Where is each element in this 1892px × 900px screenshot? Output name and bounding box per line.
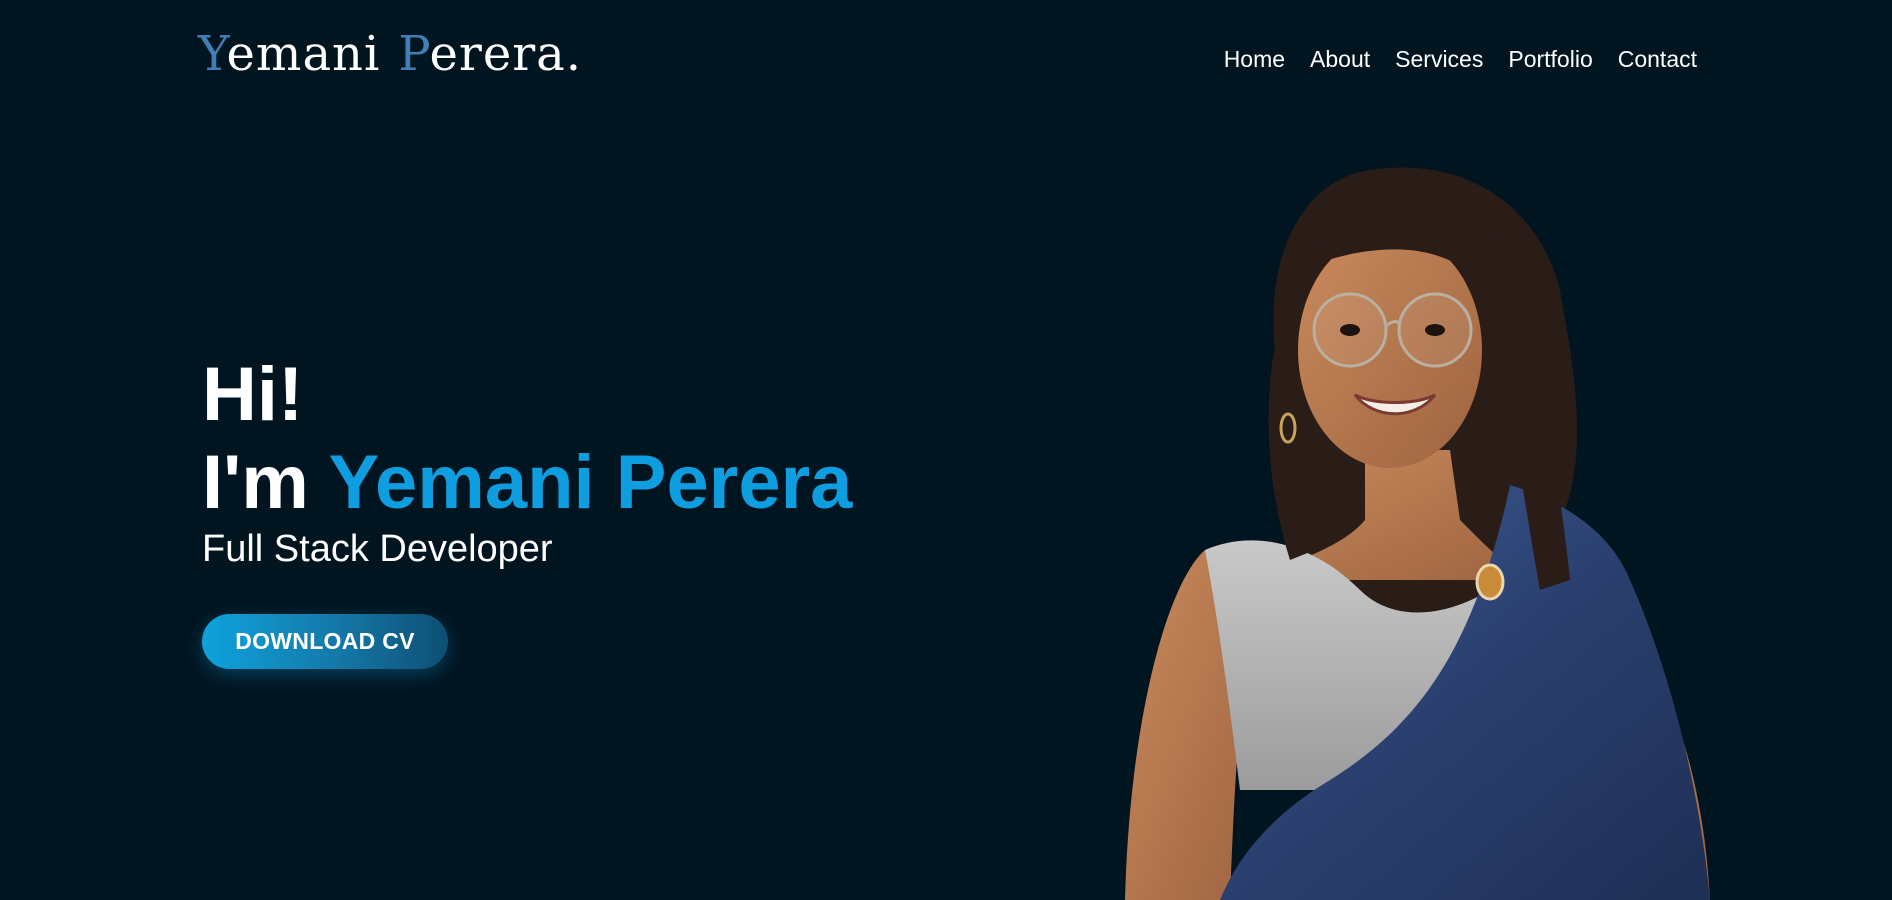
left-eye-shape — [1340, 324, 1360, 336]
right-eye-shape — [1425, 324, 1445, 336]
logo-last-rest: erera. — [429, 26, 583, 82]
hero-greeting: Hi! — [202, 352, 304, 437]
nav-home[interactable]: Home — [1224, 44, 1285, 74]
download-cv-button[interactable]: DOWNLOAD CV — [202, 614, 448, 669]
nav-portfolio[interactable]: Portfolio — [1508, 44, 1592, 74]
logo-first-rest: emani — [226, 26, 381, 82]
hero-name: Yemani Perera — [328, 440, 853, 525]
nav-services[interactable]: Services — [1395, 44, 1483, 74]
site-logo[interactable]: Yemani Perera. — [198, 22, 582, 86]
brooch-icon — [1475, 563, 1505, 601]
logo-last-initial: P — [398, 26, 430, 82]
profile-photo — [1125, 167, 1710, 900]
hero-section: Hi! I'm Yemani Perera Full Stack Develop… — [202, 352, 852, 570]
logo-first-initial: Y — [198, 26, 227, 82]
hero-intro-prefix: I'm — [202, 440, 329, 525]
main-nav: Home About Services Portfolio Contact — [1224, 44, 1697, 74]
nav-contact[interactable]: Contact — [1618, 44, 1697, 74]
nav-about[interactable]: About — [1310, 44, 1370, 74]
hero-intro: I'm Yemani Perera — [202, 435, 852, 531]
hero-role: Full Stack Developer — [202, 528, 553, 570]
